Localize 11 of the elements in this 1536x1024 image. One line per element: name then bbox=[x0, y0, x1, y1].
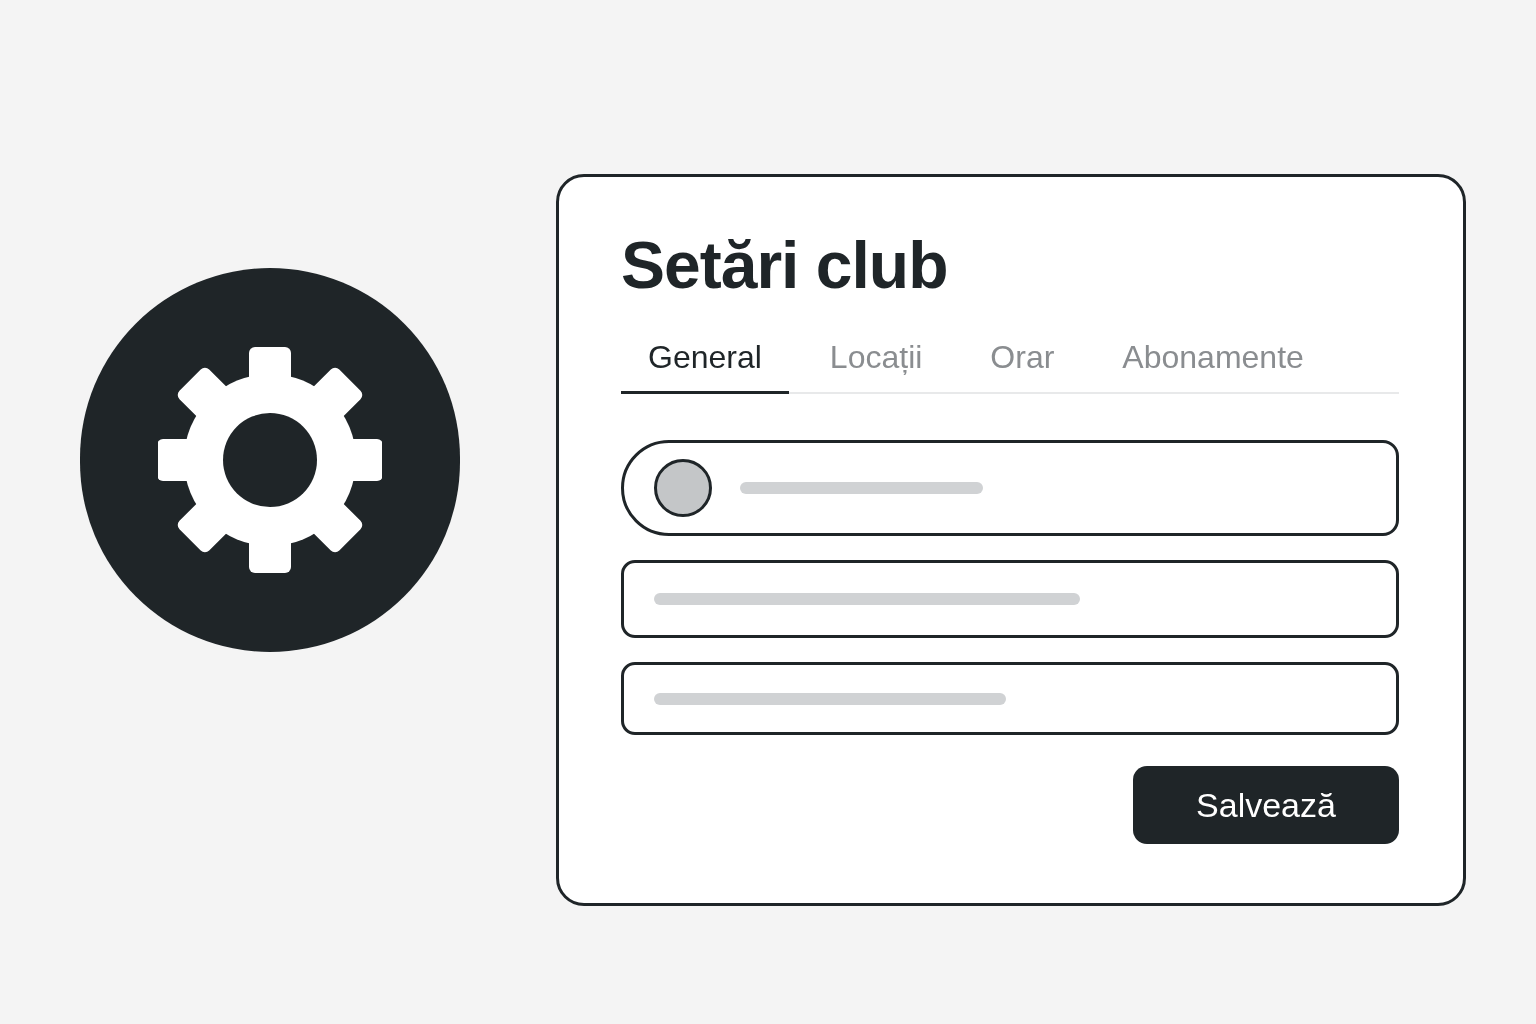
avatar-icon bbox=[654, 459, 712, 517]
save-button[interactable]: Salvează bbox=[1133, 766, 1399, 844]
input-field[interactable] bbox=[621, 662, 1399, 735]
tab[interactable]: Locații bbox=[802, 337, 950, 394]
profile-field[interactable] bbox=[621, 440, 1399, 536]
card-title: Setări club bbox=[621, 227, 949, 304]
tab[interactable]: Abonamente bbox=[1095, 337, 1331, 394]
tab[interactable]: General bbox=[621, 337, 789, 394]
input-field[interactable] bbox=[621, 560, 1399, 638]
tab[interactable]: Orar bbox=[963, 337, 1082, 394]
settings-icon bbox=[158, 346, 382, 574]
